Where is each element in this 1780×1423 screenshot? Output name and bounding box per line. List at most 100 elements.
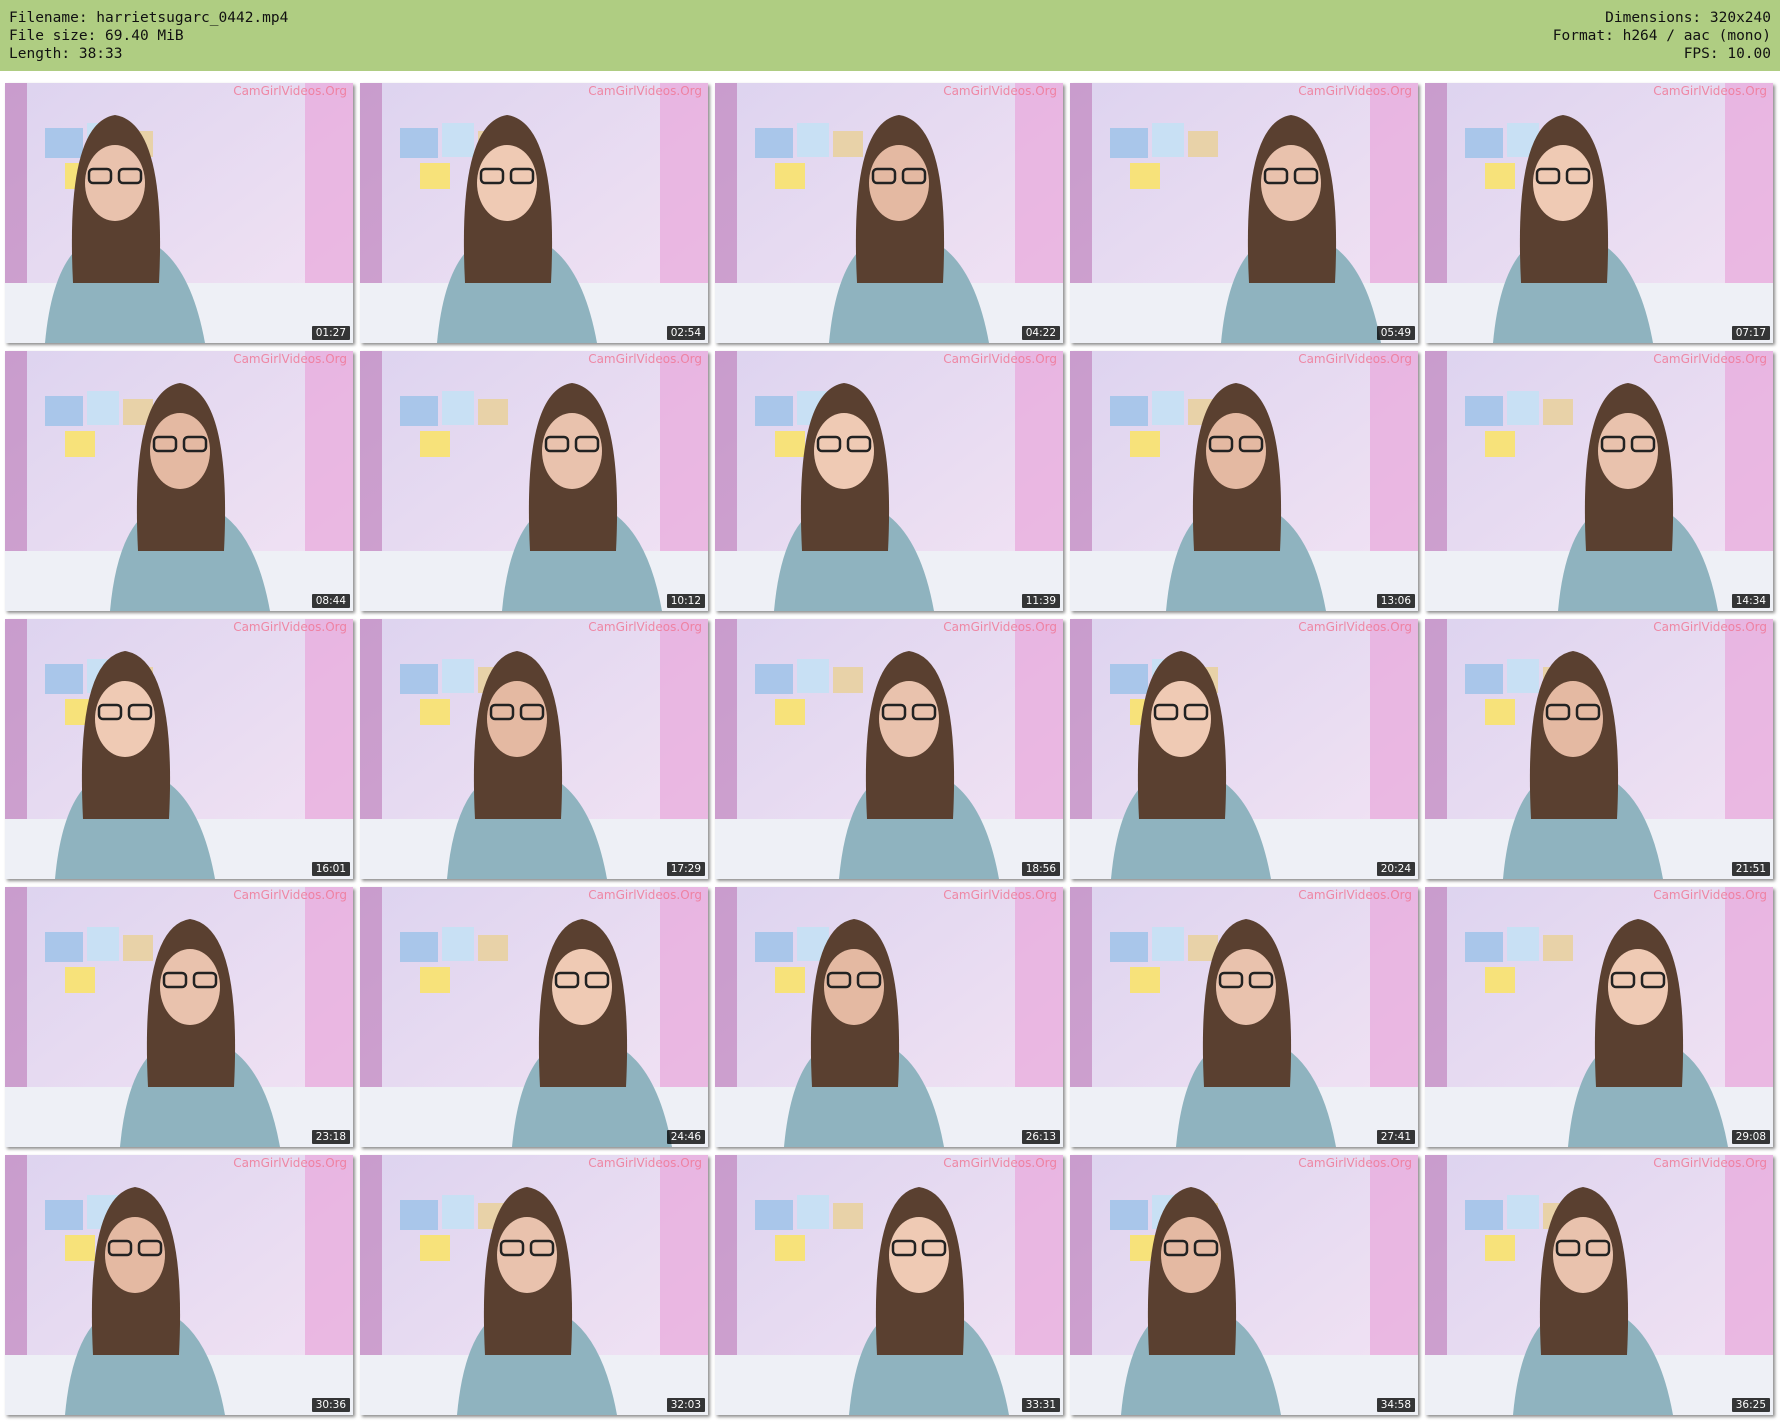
watermark-text: CamGirlVideos.Org [233,352,347,366]
video-thumbnail[interactable]: CamGirlVideos.Org 24:46 [360,887,708,1147]
thumbnail-timestamp: 04:22 [1021,326,1060,340]
video-frame-image [1425,619,1773,879]
watermark-text: CamGirlVideos.Org [943,1156,1057,1170]
video-frame-image [1070,351,1418,611]
thumbnail-timestamp: 26:13 [1021,1130,1060,1144]
info-header: Filename: harrietsugarc_0442.mp4 File si… [0,0,1780,71]
video-frame-image [715,1155,1063,1415]
thumbnail-timestamp: 10:12 [666,594,705,608]
watermark-text: CamGirlVideos.Org [588,1156,702,1170]
watermark-text: CamGirlVideos.Org [1653,84,1767,98]
thumbnail-timestamp: 30:36 [311,1398,350,1412]
thumbnail-grid: CamGirlVideos.Org 01:27 CamGirlVideos.Org 0… [0,78,1780,1423]
video-frame-image [360,887,708,1147]
video-thumbnail[interactable]: CamGirlVideos.Org 07:17 [1425,83,1773,343]
video-frame-image [5,83,353,343]
filename-text: Filename: harrietsugarc_0442.mp4 [9,10,289,26]
video-thumbnail[interactable]: CamGirlVideos.Org 11:39 [715,351,1063,611]
thumbnail-timestamp: 20:24 [1376,862,1415,876]
video-thumbnail[interactable]: CamGirlVideos.Org 10:12 [360,351,708,611]
video-frame-image [1425,351,1773,611]
video-frame-image [360,351,708,611]
thumbnail-timestamp: 11:39 [1021,594,1060,608]
video-thumbnail[interactable]: CamGirlVideos.Org 05:49 [1070,83,1418,343]
thumbnail-timestamp: 17:29 [666,862,705,876]
dimensions-text: Dimensions: 320x240 [1605,10,1771,26]
thumbnail-timestamp: 08:44 [311,594,350,608]
video-thumbnail[interactable]: CamGirlVideos.Org 17:29 [360,619,708,879]
watermark-text: CamGirlVideos.Org [588,352,702,366]
watermark-text: CamGirlVideos.Org [943,620,1057,634]
video-frame-image [5,1155,353,1415]
thumbnail-timestamp: 32:03 [666,1398,705,1412]
video-thumbnail[interactable]: CamGirlVideos.Org 33:31 [715,1155,1063,1415]
video-thumbnail[interactable]: CamGirlVideos.Org 23:18 [5,887,353,1147]
video-thumbnail[interactable]: CamGirlVideos.Org 36:25 [1425,1155,1773,1415]
watermark-text: CamGirlVideos.Org [1298,888,1412,902]
file-info-left: Filename: harrietsugarc_0442.mp4 File si… [9,9,288,63]
watermark-text: CamGirlVideos.Org [1298,620,1412,634]
video-thumbnail[interactable]: CamGirlVideos.Org 04:22 [715,83,1063,343]
video-frame-image [360,83,708,343]
video-frame-image [1070,1155,1418,1415]
video-thumbnail[interactable]: CamGirlVideos.Org 14:34 [1425,351,1773,611]
video-thumbnail[interactable]: CamGirlVideos.Org 27:41 [1070,887,1418,1147]
video-frame-image [715,351,1063,611]
video-thumbnail[interactable]: CamGirlVideos.Org 16:01 [5,619,353,879]
video-thumbnail[interactable]: CamGirlVideos.Org 18:56 [715,619,1063,879]
video-frame-image [5,887,353,1147]
video-thumbnail[interactable]: CamGirlVideos.Org 30:36 [5,1155,353,1415]
watermark-text: CamGirlVideos.Org [1653,620,1767,634]
thumbnail-timestamp: 16:01 [311,862,350,876]
watermark-text: CamGirlVideos.Org [1298,352,1412,366]
video-thumbnail[interactable]: CamGirlVideos.Org 29:08 [1425,887,1773,1147]
watermark-text: CamGirlVideos.Org [588,888,702,902]
video-frame-image [360,619,708,879]
watermark-text: CamGirlVideos.Org [233,1156,347,1170]
video-thumbnail[interactable]: CamGirlVideos.Org 20:24 [1070,619,1418,879]
watermark-text: CamGirlVideos.Org [588,84,702,98]
video-frame-image [1425,887,1773,1147]
thumbnail-timestamp: 01:27 [311,326,350,340]
thumbnail-timestamp: 21:51 [1731,862,1770,876]
video-thumbnail[interactable]: CamGirlVideos.Org 34:58 [1070,1155,1418,1415]
watermark-text: CamGirlVideos.Org [1653,1156,1767,1170]
thumbnail-timestamp: 36:25 [1731,1398,1770,1412]
thumbnail-timestamp: 18:56 [1021,862,1060,876]
video-thumbnail[interactable]: CamGirlVideos.Org 21:51 [1425,619,1773,879]
video-frame-image [715,83,1063,343]
video-frame-image [5,619,353,879]
thumbnail-timestamp: 13:06 [1376,594,1415,608]
video-frame-image [1070,619,1418,879]
video-thumbnail[interactable]: CamGirlVideos.Org 32:03 [360,1155,708,1415]
watermark-text: CamGirlVideos.Org [233,620,347,634]
watermark-text: CamGirlVideos.Org [233,888,347,902]
thumbnail-timestamp: 07:17 [1731,326,1770,340]
video-frame-image [1070,83,1418,343]
video-thumbnail[interactable]: CamGirlVideos.Org 01:27 [5,83,353,343]
watermark-text: CamGirlVideos.Org [1298,1156,1412,1170]
watermark-text: CamGirlVideos.Org [233,84,347,98]
video-frame-image [360,1155,708,1415]
thumbnail-timestamp: 27:41 [1376,1130,1415,1144]
format-text: Format: h264 / aac (mono) [1552,28,1771,44]
thumbnail-timestamp: 05:49 [1376,326,1415,340]
thumbnail-timestamp: 23:18 [311,1130,350,1144]
file-info-right: Dimensions: 320x240 Format: h264 / aac (… [1553,9,1771,63]
video-thumbnail[interactable]: CamGirlVideos.Org 13:06 [1070,351,1418,611]
video-frame-image [715,619,1063,879]
thumbnail-timestamp: 29:08 [1731,1130,1770,1144]
length-text: Length: 38:33 [9,46,123,62]
watermark-text: CamGirlVideos.Org [1653,888,1767,902]
video-thumbnail[interactable]: CamGirlVideos.Org 08:44 [5,351,353,611]
filesize-text: File size: 69.40 MiB [9,28,184,44]
video-frame-image [1425,1155,1773,1415]
video-thumbnail[interactable]: CamGirlVideos.Org 02:54 [360,83,708,343]
thumbnail-timestamp: 34:58 [1376,1398,1415,1412]
thumbnail-timestamp: 14:34 [1731,594,1770,608]
watermark-text: CamGirlVideos.Org [943,352,1057,366]
video-frame-image [5,351,353,611]
video-thumbnail[interactable]: CamGirlVideos.Org 26:13 [715,887,1063,1147]
watermark-text: CamGirlVideos.Org [943,888,1057,902]
watermark-text: CamGirlVideos.Org [943,84,1057,98]
